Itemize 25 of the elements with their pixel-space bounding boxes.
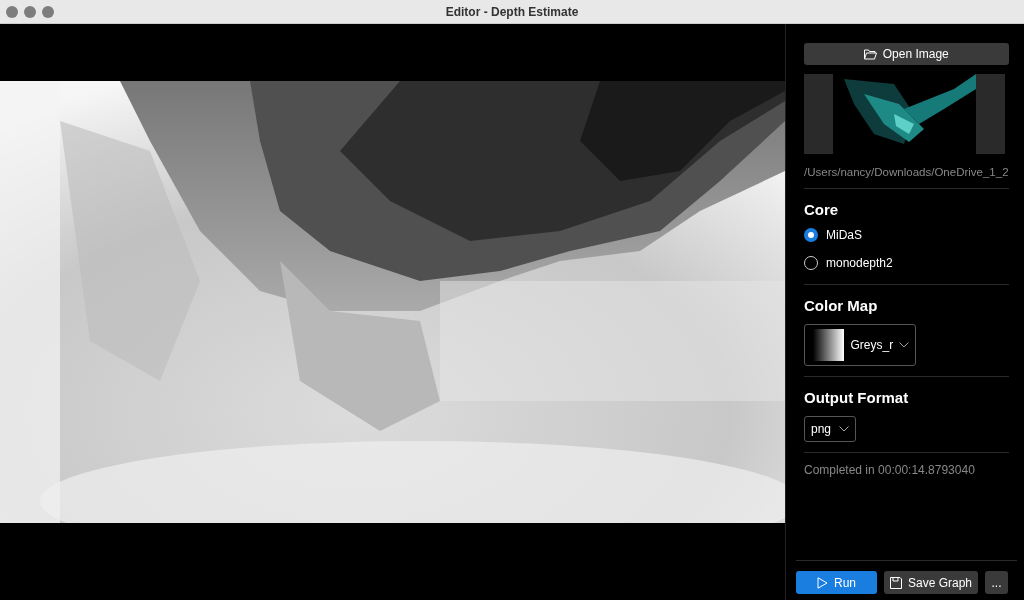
window-title: Editor - Depth Estimate [445, 4, 579, 19]
more-button[interactable]: ... [985, 571, 1009, 594]
close-button[interactable] [6, 5, 18, 18]
folder-icon [863, 48, 877, 60]
section-title: Output Format [804, 389, 910, 406]
status-text: Completed in 00:00:14.8793040 [804, 463, 976, 477]
chevron-down-icon [899, 342, 909, 348]
radio-label: monodepth2 [826, 256, 893, 270]
section-title: Core [804, 201, 840, 218]
save-graph-button[interactable]: Save Graph [884, 571, 979, 594]
format-dropdown[interactable]: png [804, 416, 857, 442]
section-title: Color Map [804, 297, 879, 314]
minimize-button[interactable] [24, 5, 36, 18]
radio-label: MiDaS [826, 228, 862, 242]
file-path: /Users/nancy/Downloads/OneDrive_1_2 [804, 166, 1009, 178]
color-map-dropdown[interactable]: Greys_r [804, 324, 916, 366]
save-icon [890, 576, 902, 589]
play-icon [817, 576, 828, 589]
run-button[interactable]: Run [796, 571, 877, 594]
zoom-button[interactable] [42, 5, 54, 18]
chevron-down-icon [839, 426, 850, 432]
gradient-swatch [813, 329, 845, 361]
open-image-button[interactable]: Open Image [804, 43, 1009, 65]
radio-option[interactable]: MiDaS [804, 228, 1009, 242]
radio-option[interactable]: monodepth2 [804, 256, 1009, 270]
